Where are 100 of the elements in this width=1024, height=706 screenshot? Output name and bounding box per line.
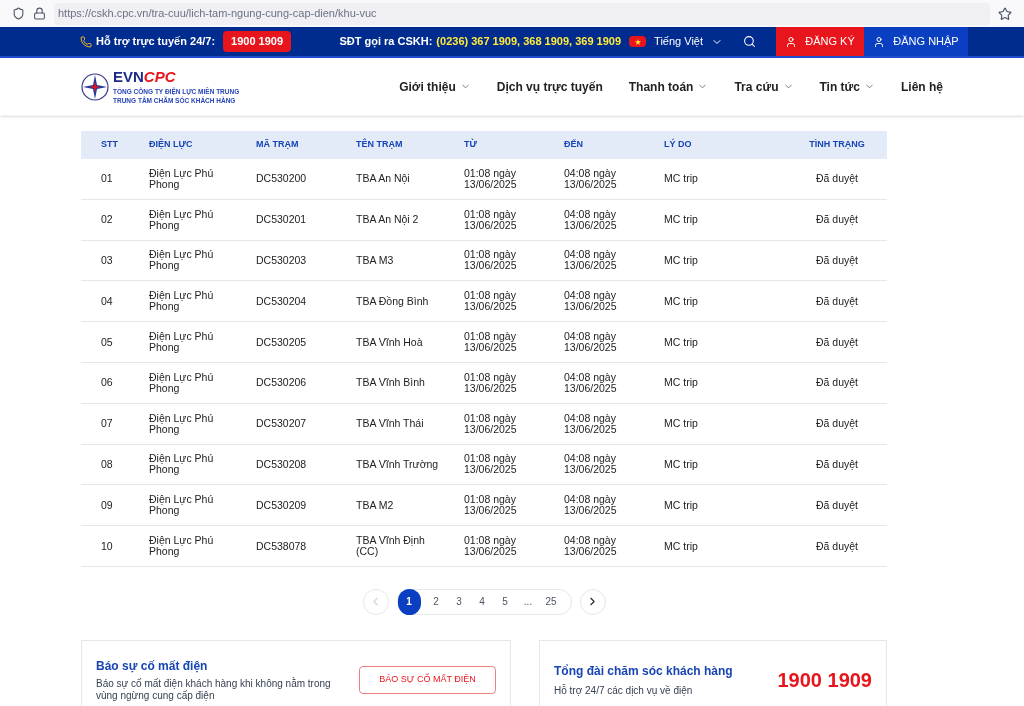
table-cell: 01:08 ngày 13/06/2025 xyxy=(464,370,517,394)
table-cell: MC trip xyxy=(664,417,698,430)
table-cell: 01:08 ngày 13/06/2025 xyxy=(464,207,517,231)
support-phone-badge[interactable]: 1900 1909 xyxy=(223,31,292,52)
table-cell: Điện Lực Phú Phong xyxy=(149,207,214,231)
page-button[interactable]: 3 xyxy=(447,588,471,615)
table-cell: Điện Lực Phú Phong xyxy=(149,248,214,272)
nav-menu-item[interactable]: Tin tức xyxy=(819,77,875,96)
table-cell: DC530207 xyxy=(256,417,307,430)
table-cell: TBA Vĩnh Bình xyxy=(356,376,425,389)
table-cell: 05 xyxy=(101,335,113,348)
table-cell: 04 xyxy=(101,294,113,307)
table-cell: Đã duyệt xyxy=(816,335,858,348)
table-cell: Điện Lực Phú Phong xyxy=(149,289,214,313)
page-button[interactable]: 25 xyxy=(539,588,563,615)
cskh-label: SĐT gọi ra CSKH: xyxy=(339,34,433,50)
login-button[interactable]: ĐĂNG NHẬP xyxy=(864,27,968,56)
table-cell: MC trip xyxy=(664,254,698,266)
nav-menu-item[interactable]: Tra cứu xyxy=(734,77,794,96)
table-cell: MC trip xyxy=(664,457,698,470)
table-cell: Điện Lực Phú Phong xyxy=(149,534,214,558)
table-cell: Đã duyệt xyxy=(816,417,858,430)
table-cell: 04:08 ngày 13/06/2025 xyxy=(564,452,617,476)
table-cell: Đã duyệt xyxy=(816,213,858,226)
bookmark-star-icon[interactable] xyxy=(998,6,1012,21)
table-cell: 03 xyxy=(101,254,113,266)
table-cell: 01:08 ngày 13/06/2025 xyxy=(464,166,517,190)
table-cell: DC530209 xyxy=(256,498,307,511)
table-cell: 04:08 ngày 13/06/2025 xyxy=(564,330,617,354)
report-outage-button[interactable]: BÁO SỰ CỐ MẤT ĐIỆN xyxy=(359,665,496,694)
table-cell: 01:08 ngày 13/06/2025 xyxy=(464,289,517,313)
table-cell: DC530200 xyxy=(256,172,307,185)
table-cell: 01:08 ngày 13/06/2025 xyxy=(464,411,517,435)
card-title: Tổng đài chăm sóc khách hàng xyxy=(554,662,734,680)
nav-menu-item[interactable]: Giới thiệu xyxy=(399,77,471,96)
table-cell: 04:08 ngày 13/06/2025 xyxy=(564,493,617,517)
table-cell: MC trip xyxy=(664,294,698,307)
nav-menu-item[interactable]: Thanh toán xyxy=(628,77,709,96)
table-cell: 04:08 ngày 13/06/2025 xyxy=(564,166,617,190)
nav-menu-item[interactable]: Dịch vụ trực tuyến xyxy=(496,77,603,96)
page-button[interactable]: 4 xyxy=(470,588,494,615)
vietnam-flag-icon xyxy=(629,36,647,47)
table-cell: TBA An Nội xyxy=(356,172,410,185)
page-button[interactable]: 2 xyxy=(424,588,448,615)
column-header: MÃ TRẠM xyxy=(256,139,299,150)
table-cell: MC trip xyxy=(664,498,698,511)
table-cell: Đã duyệt xyxy=(816,294,858,307)
hotline-number: 1900 1909 xyxy=(777,667,872,693)
table-cell: 04:08 ngày 13/06/2025 xyxy=(564,411,617,435)
table-cell: DC538078 xyxy=(256,539,307,552)
table-cell: TBA Vĩnh Trường xyxy=(356,457,439,470)
column-header: ĐẾN xyxy=(564,139,583,150)
table-cell: Đã duyệt xyxy=(816,539,858,552)
table-cell: MC trip xyxy=(664,172,698,185)
table-cell: TBA M3 xyxy=(356,254,394,266)
table-cell: Điện Lực Phú Phong xyxy=(149,166,214,190)
column-header: ĐIỆN LỰC xyxy=(149,139,193,150)
table-cell: MC trip xyxy=(664,213,698,226)
table-cell: DC530204 xyxy=(256,294,307,307)
table-cell: DC530203 xyxy=(256,254,307,266)
address-bar[interactable]: https://cskh.cpc.vn/tra-cuu/lich-tam-ngung-cung-cap-dien/khu-vuc xyxy=(54,2,990,25)
table-cell: TBA M2 xyxy=(356,498,394,511)
page-button[interactable]: 1 xyxy=(397,588,421,615)
support-label: Hỗ trợ trực tuyến 24/7: xyxy=(96,34,216,50)
search-icon[interactable] xyxy=(743,35,756,48)
table-cell: 01:08 ngày 13/06/2025 xyxy=(464,248,517,272)
card-text: Hỗ trợ 24/7 các dịch vụ về điện xyxy=(554,683,694,698)
nav-menu-item[interactable]: Liên hệ xyxy=(901,77,943,96)
table-cell: Đã duyệt xyxy=(816,498,858,511)
user-icon xyxy=(873,35,886,48)
evncpc-logo-icon xyxy=(81,72,109,101)
register-button[interactable]: ĐĂNG KÝ xyxy=(776,27,864,56)
shield-icon xyxy=(12,7,25,20)
table-cell: 06 xyxy=(101,376,113,389)
column-header: TÊN TRẠM xyxy=(356,139,403,150)
table-cell: 07 xyxy=(101,417,113,430)
page-button[interactable]: ... xyxy=(516,588,540,615)
table-cell: TBA Vĩnh Hoà xyxy=(356,335,423,348)
table-cell: 01:08 ngày 13/06/2025 xyxy=(464,452,517,476)
table-cell: MC trip xyxy=(664,539,698,552)
table-cell: Điện Lực Phú Phong xyxy=(149,370,214,394)
table-cell: 04:08 ngày 13/06/2025 xyxy=(564,289,617,313)
table-cell: MC trip xyxy=(664,335,698,348)
table-cell: 10 xyxy=(101,539,113,552)
brand-name: EVNCPC xyxy=(113,68,177,84)
page-button[interactable]: 5 xyxy=(493,588,517,615)
table-cell: 01:08 ngày 13/06/2025 xyxy=(464,493,517,517)
table-cell: 01:08 ngày 13/06/2025 xyxy=(464,330,517,354)
table-cell: DC530206 xyxy=(256,376,307,389)
table-cell: 01:08 ngày 13/06/2025 xyxy=(464,534,517,558)
table-cell: 09 xyxy=(101,498,113,511)
table-cell: Đã duyệt xyxy=(816,457,858,470)
table-cell: Đã duyệt xyxy=(816,254,858,266)
column-header: LÝ DO xyxy=(664,139,692,150)
card-title: Báo sự cố mất điện xyxy=(96,658,209,676)
table-cell: MC trip xyxy=(664,376,698,389)
column-header: STT xyxy=(101,139,118,150)
table-cell: TBA Đồng Bình xyxy=(356,294,429,307)
cskh-phones: (0236) 367 1909, 368 1909, 369 1909 xyxy=(436,34,622,50)
language-selector[interactable]: Tiếng Việt xyxy=(654,33,723,50)
